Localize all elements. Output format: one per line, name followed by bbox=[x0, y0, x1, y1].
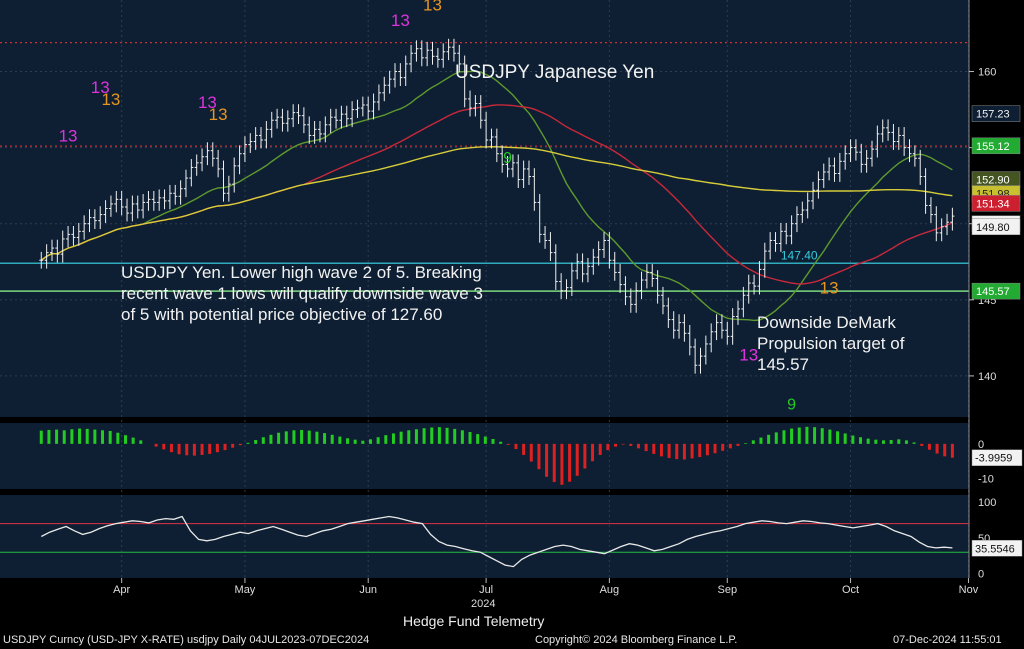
x-tick-label: Aug bbox=[600, 584, 620, 596]
demark-count: 13 bbox=[59, 127, 78, 146]
source-text: USDJPY Curncy (USD-JPY X-RATE) usdjpy Da… bbox=[3, 634, 370, 646]
hist-tick-label: 0 bbox=[978, 439, 984, 451]
brand-label: Hedge Fund Telemetry bbox=[403, 613, 545, 629]
rsi-tick-label: 100 bbox=[978, 497, 996, 509]
demark-count: 13 bbox=[391, 11, 410, 30]
rsi-panel bbox=[0, 495, 969, 578]
osc-tag-label: -3.9959 bbox=[975, 453, 1012, 465]
copyright-text: Copyright© 2024 Bloomberg Finance L.P. bbox=[535, 634, 738, 646]
price-tag-label: 151.34 bbox=[976, 198, 1010, 210]
x-tick-label: May bbox=[235, 584, 256, 596]
chart-title: USDJPY Japanese Yen bbox=[455, 62, 655, 83]
price-tag-label: 157.23 bbox=[976, 109, 1010, 121]
x-tick-label: Oct bbox=[842, 584, 859, 596]
price-tag-label: 155.12 bbox=[976, 141, 1010, 153]
price-tag-label: 149.80 bbox=[976, 222, 1010, 234]
year-label: 2024 bbox=[471, 598, 496, 610]
x-tick-label: Jul bbox=[479, 584, 493, 596]
x-tick-label: Sep bbox=[717, 584, 737, 596]
x-tick-label: Apr bbox=[113, 584, 130, 596]
rsi-tick-label: 0 bbox=[978, 569, 984, 581]
demark-count: 13 bbox=[209, 105, 228, 124]
demark-count: 13 bbox=[820, 279, 839, 298]
timestamp-text: 07-Dec-2024 11:55:01 bbox=[893, 634, 1002, 646]
price-tag-label: 152.90 bbox=[976, 175, 1010, 187]
demark-count: 9 bbox=[503, 150, 512, 167]
hist-tick-label: -10 bbox=[978, 474, 994, 486]
annotation-wave-note: USDJPY Yen. Lower high wave 2 of 5. Brea… bbox=[121, 263, 483, 324]
x-tick-label: Nov bbox=[959, 584, 979, 596]
demark-count: 13 bbox=[423, 0, 442, 15]
annotation-propulsion-note: Downside DeMark Propulsion target of 145… bbox=[757, 313, 905, 374]
level-147-label: 147.40 bbox=[781, 248, 818, 262]
demark-count: 9 bbox=[787, 396, 796, 413]
x-tick-label: Jun bbox=[359, 584, 377, 596]
price-tag-label: 145.57 bbox=[976, 286, 1010, 298]
osc-tag-label: 35.5546 bbox=[975, 543, 1015, 555]
demark-count: 13 bbox=[101, 90, 120, 109]
demark-count: 13 bbox=[739, 346, 758, 365]
y-tick-label: 140 bbox=[978, 371, 996, 383]
y-tick-label: 160 bbox=[978, 67, 996, 79]
